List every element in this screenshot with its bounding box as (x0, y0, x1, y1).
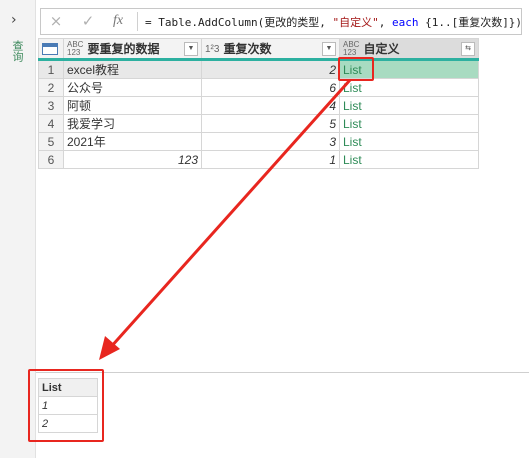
annotation-arrow (99, 78, 352, 360)
annotation-arrow-line (108, 78, 352, 350)
